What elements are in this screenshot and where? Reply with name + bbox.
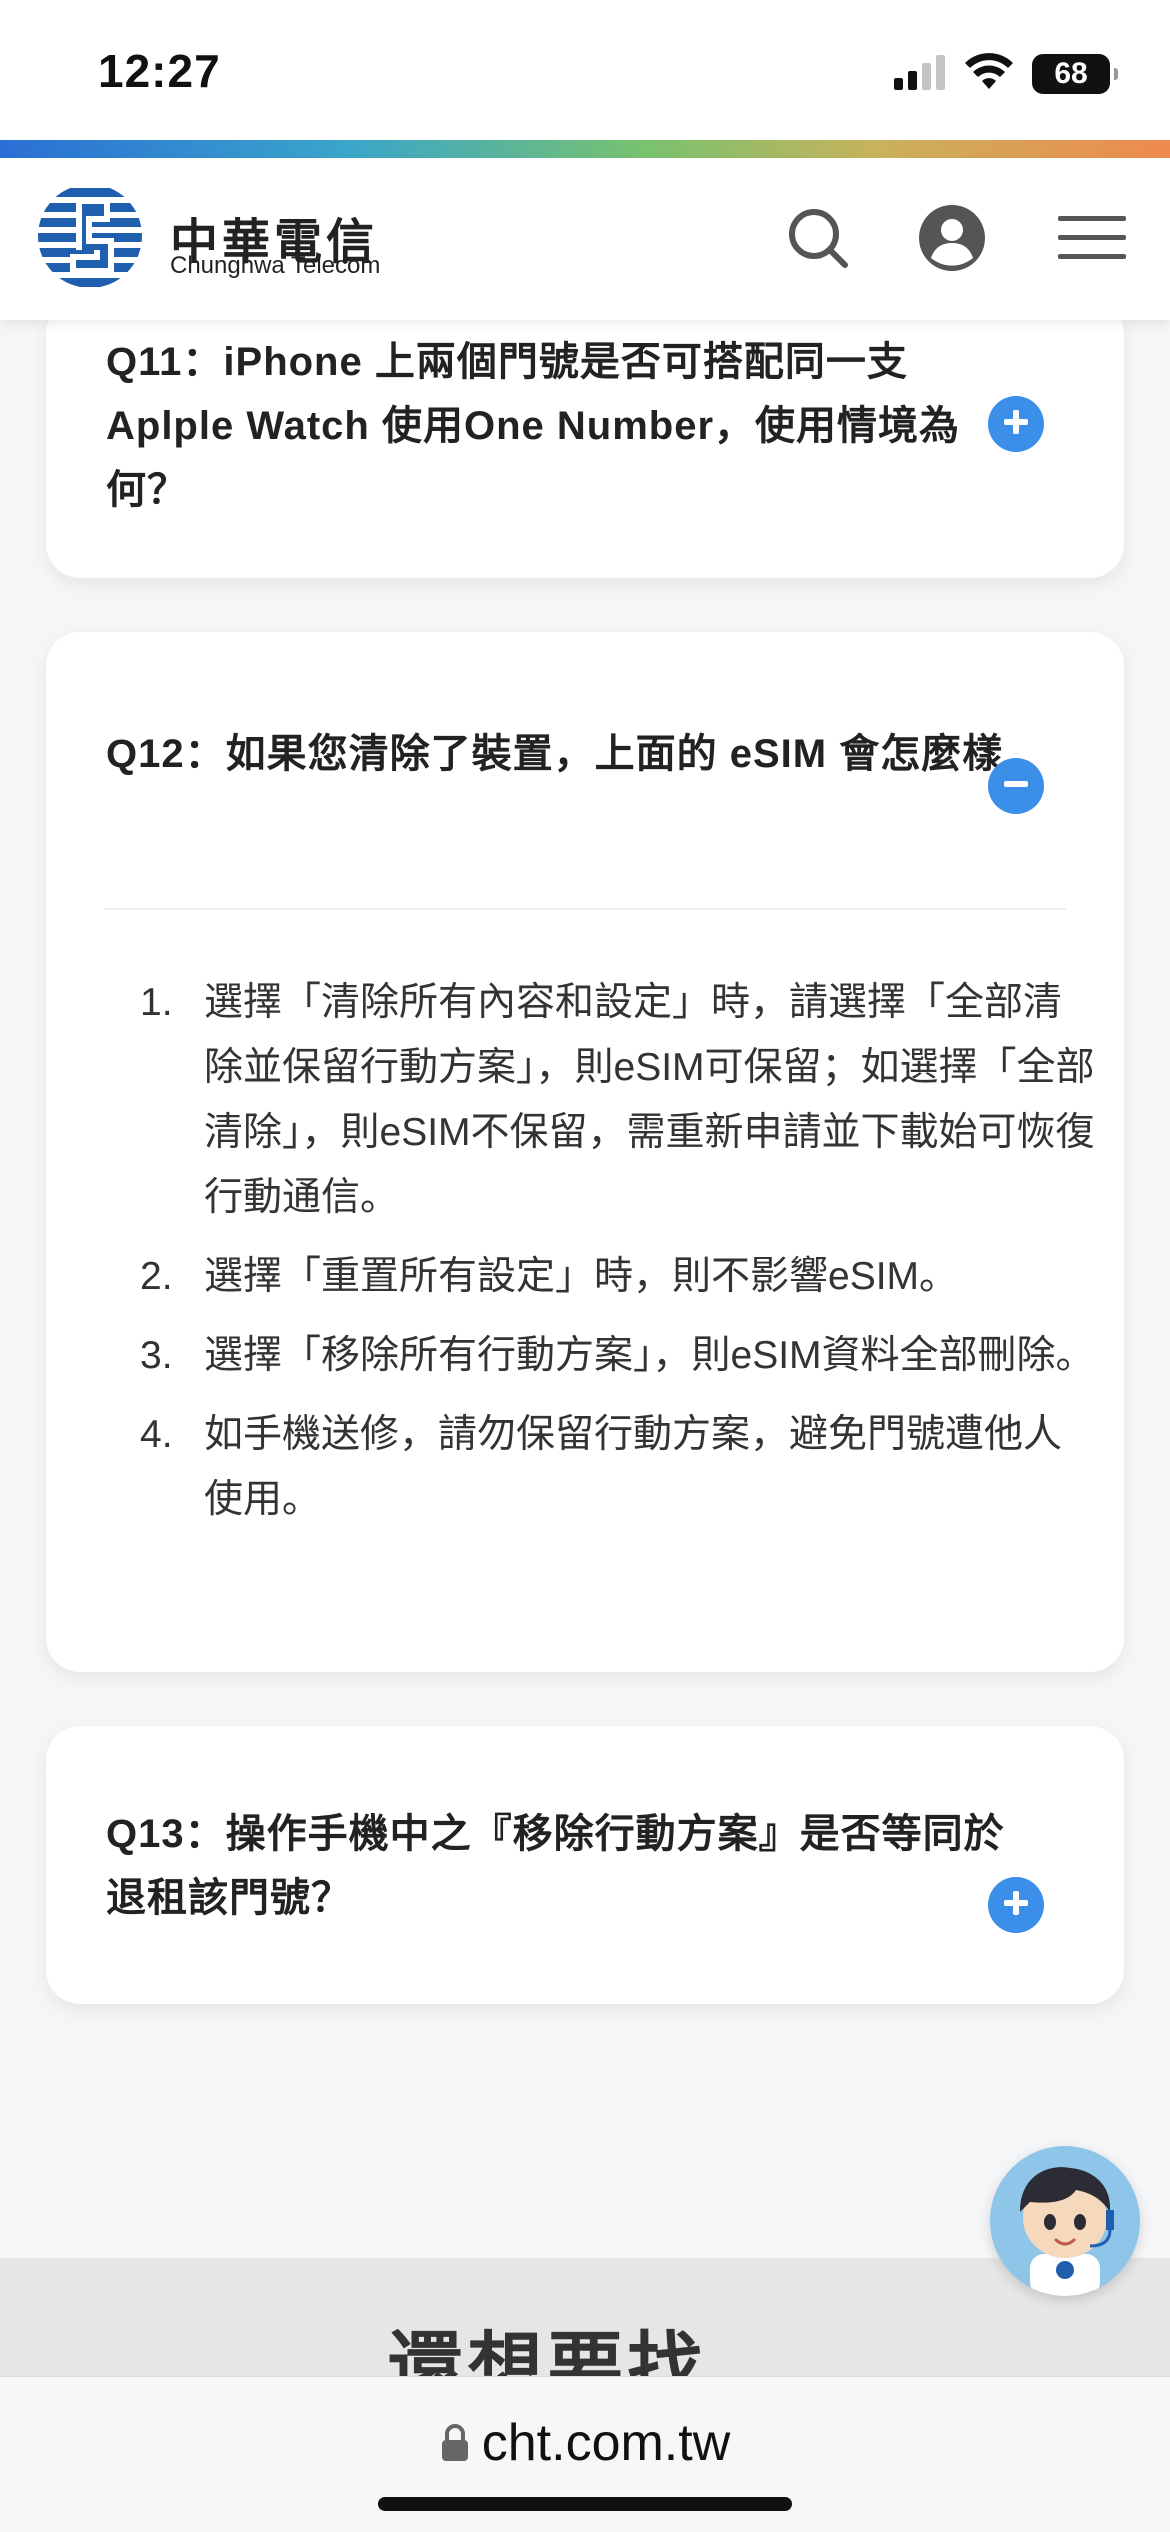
faq-question-q12: Q12：如果您清除了裝置，上面的 eSIM 會怎麼樣 bbox=[106, 732, 1004, 776]
account-button[interactable] bbox=[910, 198, 994, 282]
user-icon bbox=[918, 204, 986, 277]
expand-button[interactable] bbox=[988, 396, 1044, 452]
expand-button[interactable] bbox=[988, 1877, 1044, 1933]
list-item-number: 1. bbox=[140, 981, 173, 1024]
status-bar: 12:27 68 bbox=[0, 0, 1170, 140]
list-item-text: 選擇「重置所有設定」時，則不影響eSIM。 bbox=[204, 1255, 959, 1298]
chatbot-avatar-button[interactable] bbox=[990, 2146, 1140, 2296]
url-display[interactable]: cht.com.tw bbox=[0, 2413, 1170, 2476]
status-time: 12:27 bbox=[98, 45, 221, 97]
browser-address-bar[interactable]: cht.com.tw bbox=[0, 2376, 1170, 2532]
wifi-icon bbox=[964, 52, 1014, 96]
home-indicator[interactable] bbox=[378, 2497, 792, 2511]
list-item-number: 4. bbox=[140, 1413, 173, 1456]
site-header: 中華電信 Chunghwa Telecom bbox=[0, 158, 1170, 320]
plus-icon bbox=[1002, 408, 1030, 441]
faq-divider bbox=[104, 908, 1066, 910]
menu-button[interactable] bbox=[1050, 198, 1134, 282]
minus-icon bbox=[1002, 770, 1030, 803]
list-item-number: 2. bbox=[140, 1255, 173, 1298]
plus-icon bbox=[1002, 1889, 1030, 1922]
list-item-text: 選擇「清除所有內容和設定」時，請選擇「全部清除並保留行動方案」，則eSIM可保留… bbox=[204, 981, 1095, 1219]
status-icons: 68 bbox=[894, 52, 1118, 96]
search-icon bbox=[787, 207, 849, 274]
list-item: 4. 如手機送修，請勿保留行動方案，避免門號遭他人使用。 bbox=[140, 1402, 1100, 1532]
list-item-text: 選擇「移除所有行動方案」，則eSIM資料全部刪除。 bbox=[204, 1334, 1095, 1377]
faq-question-q13: Q13：操作手機中之『移除行動方案』是否等同於退租該門號？ bbox=[106, 1812, 1005, 1920]
chunghwa-logo-icon[interactable] bbox=[36, 182, 144, 290]
lock-icon bbox=[440, 2416, 470, 2476]
cellular-signal-icon bbox=[894, 54, 946, 95]
list-item-number: 3. bbox=[140, 1334, 173, 1377]
logo-english-name: Chunghwa Telecom bbox=[170, 252, 381, 279]
faq-question-q11: Q11：iPhone 上兩個門號是否可搭配同一支 Aplple Watch 使用… bbox=[106, 340, 961, 512]
search-button[interactable] bbox=[776, 198, 860, 282]
faq-item-q12[interactable]: Q12：如果您清除了裝置，上面的 eSIM 會怎麼樣 1. 選擇「清除所有內容和… bbox=[46, 632, 1124, 1672]
list-item-text: 如手機送修，請勿保留行動方案，避免門號遭他人使用。 bbox=[204, 1413, 1063, 1521]
more-section: 還想要找... bbox=[0, 2258, 1170, 2378]
list-item: 1. 選擇「清除所有內容和設定」時，請選擇「全部清除並保留行動方案」，則eSIM… bbox=[140, 970, 1100, 1230]
list-item: 3. 選擇「移除所有行動方案」，則eSIM資料全部刪除。 bbox=[140, 1323, 1100, 1388]
hamburger-menu-icon bbox=[1058, 215, 1126, 265]
list-item: 2. 選擇「重置所有設定」時，則不影響eSIM。 bbox=[140, 1244, 1100, 1309]
more-section-title: 還想要找... bbox=[387, 2326, 783, 2378]
collapse-button[interactable] bbox=[988, 758, 1044, 814]
faq-item-q11[interactable]: Q11：iPhone 上兩個門號是否可搭配同一支 Aplple Watch 使用… bbox=[46, 300, 1124, 578]
url-text: cht.com.tw bbox=[481, 2414, 731, 2472]
faq-item-q13[interactable]: Q13：操作手機中之『移除行動方案』是否等同於退租該門號？ bbox=[46, 1726, 1124, 2004]
battery-icon: 68 bbox=[1032, 54, 1118, 94]
brand-gradient-strip bbox=[0, 140, 1170, 158]
faq-answer-list: 1. 選擇「清除所有內容和設定」時，請選擇「全部清除並保留行動方案」，則eSIM… bbox=[140, 970, 1100, 1546]
